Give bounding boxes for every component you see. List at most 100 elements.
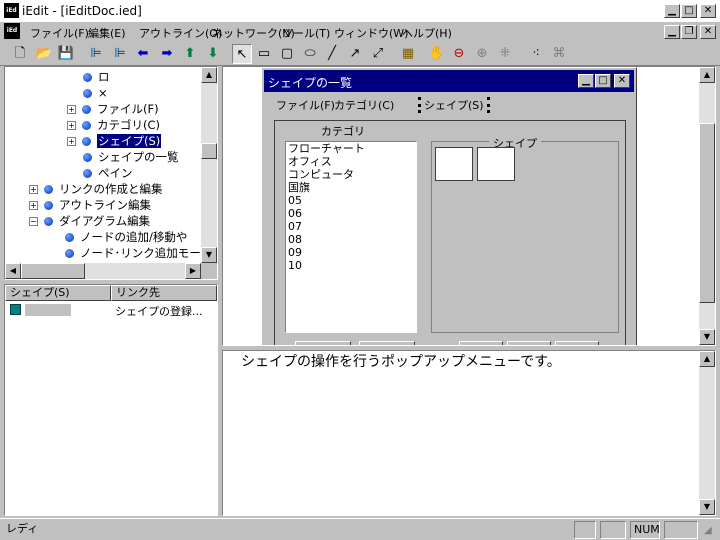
scroll-left-icon[interactable]: ◀ bbox=[5, 263, 21, 279]
zoom-out-icon[interactable]: ⊖ bbox=[449, 44, 469, 64]
node-text[interactable]: シェイプの操作を行うポップアップメニューです。 bbox=[241, 351, 561, 371]
shape-slot[interactable] bbox=[477, 147, 515, 181]
dialog-close-button[interactable]: ✕ bbox=[614, 74, 630, 88]
tree-item[interactable]: ノードの追加/移動や bbox=[65, 229, 187, 245]
scroll-right-icon[interactable]: ▶ bbox=[185, 263, 201, 279]
zoom-in-icon[interactable]: ⊕ bbox=[472, 44, 492, 64]
dialog-maximize-button[interactable]: □ bbox=[595, 74, 611, 88]
arrow-line-icon[interactable]: ↗ bbox=[345, 44, 365, 64]
tree-item[interactable]: + ファイル(F) bbox=[67, 101, 159, 117]
list-item[interactable]: 国旗 bbox=[286, 181, 416, 194]
dialog-button[interactable] bbox=[555, 341, 599, 345]
shape-slot[interactable] bbox=[435, 147, 473, 181]
double-arrow-line-icon[interactable]: ⤢ bbox=[368, 44, 388, 64]
expand-icon[interactable]: + bbox=[67, 105, 76, 114]
list-item[interactable]: 10 bbox=[286, 259, 416, 272]
open-folder-icon[interactable]: 📂 bbox=[34, 44, 54, 64]
tree-hscroll-thumb[interactable] bbox=[21, 263, 85, 279]
menu-edit[interactable]: 編集(E) bbox=[88, 25, 126, 41]
outline-tree-icon[interactable]: ⊫ bbox=[86, 44, 106, 64]
tree-vscroll-thumb[interactable] bbox=[201, 143, 217, 159]
text-pane[interactable]: シェイプの操作を行うポップアップメニューです。 ▲ ▼ bbox=[222, 350, 716, 516]
tree-hscrollbar[interactable]: ◀ ▶ bbox=[5, 263, 201, 279]
menu-outline[interactable]: アウトライン(O) bbox=[139, 25, 222, 41]
text-vscrollbar[interactable]: ▲ ▼ bbox=[699, 351, 715, 515]
list-item[interactable]: 05 bbox=[286, 194, 416, 207]
tree-item[interactable]: シェイプの一覧 bbox=[83, 149, 179, 165]
layout-icon[interactable]: ⁖ bbox=[526, 44, 546, 64]
arrow-down-icon[interactable]: ⬇ bbox=[203, 44, 223, 64]
dialog-minimize-button[interactable]: ▁ bbox=[578, 74, 594, 88]
column-header-link-target[interactable]: リンク先 bbox=[111, 285, 217, 301]
menu-tools[interactable]: ツール(T) bbox=[282, 25, 330, 41]
dialog-button[interactable] bbox=[507, 341, 551, 345]
close-button[interactable]: ✕ bbox=[700, 4, 716, 18]
dialog-button[interactable] bbox=[459, 341, 503, 345]
scroll-up-icon[interactable]: ▲ bbox=[699, 67, 715, 83]
dialog-button[interactable] bbox=[359, 341, 415, 345]
line-icon[interactable]: ╱ bbox=[322, 44, 342, 64]
list-item[interactable]: 09 bbox=[286, 246, 416, 259]
list-item[interactable]: 07 bbox=[286, 220, 416, 233]
tree-item[interactable]: × bbox=[83, 85, 108, 101]
diagram-vscroll-thumb[interactable] bbox=[699, 123, 715, 303]
tree-item[interactable]: + リンクの作成と編集 bbox=[29, 181, 163, 197]
select-pointer-icon[interactable]: ↖ bbox=[232, 44, 252, 64]
column-header-shape[interactable]: シェイプ(S) bbox=[5, 285, 111, 301]
collapse-icon[interactable]: − bbox=[29, 217, 38, 226]
expand-icon[interactable]: + bbox=[67, 121, 76, 130]
minimize-button[interactable]: ▁ bbox=[664, 4, 680, 18]
map-icon[interactable]: ▦ bbox=[398, 44, 418, 64]
menu-window[interactable]: ウィンドウ(W) bbox=[334, 25, 408, 41]
maximize-button[interactable]: □ bbox=[681, 4, 697, 18]
arrow-left-icon[interactable]: ⬅ bbox=[133, 44, 153, 64]
scroll-up-icon[interactable]: ▲ bbox=[201, 67, 217, 83]
mdi-minimize-button[interactable]: ▁ bbox=[664, 25, 680, 39]
outline-tree-alt-icon[interactable]: ⊫ bbox=[110, 44, 130, 64]
mdi-restore-button[interactable]: ❐ bbox=[681, 25, 697, 39]
rounded-rectangle-icon[interactable]: ▢ bbox=[277, 44, 297, 64]
tree-item[interactable]: + カテゴリ(C) bbox=[67, 117, 160, 133]
scroll-down-icon[interactable]: ▼ bbox=[201, 247, 217, 263]
list-item[interactable]: フローチャート bbox=[286, 142, 416, 155]
save-icon[interactable]: 💾 bbox=[56, 44, 76, 64]
dialog-menu-file[interactable]: ファイル(F) bbox=[276, 97, 335, 113]
expand-icon[interactable]: + bbox=[29, 201, 38, 210]
table-row[interactable]: シェイプの登録... bbox=[5, 302, 217, 318]
rectangle-icon[interactable]: ▭ bbox=[254, 44, 274, 64]
new-file-icon[interactable]: 🗋 bbox=[10, 44, 30, 64]
tree-item[interactable]: ロ bbox=[83, 69, 110, 85]
category-listbox[interactable]: フローチャート オフィス コンピュータ 国旗 05 06 07 08 09 10 bbox=[285, 141, 417, 333]
tree-item[interactable]: ノード･リンク追加モー bbox=[65, 245, 201, 261]
tree-vscrollbar[interactable]: ▲ ▼ bbox=[201, 67, 217, 263]
dialog-menu-category[interactable]: カテゴリ(C) bbox=[334, 97, 394, 113]
hand-icon[interactable]: ✋ bbox=[427, 44, 447, 64]
ellipse-icon[interactable]: ⬭ bbox=[300, 44, 320, 64]
tree-item[interactable]: + アウトライン編集 bbox=[29, 197, 151, 213]
arrow-right-icon[interactable]: ➡ bbox=[157, 44, 177, 64]
menu-file[interactable]: ファイル(F) bbox=[30, 25, 89, 41]
scroll-up-icon[interactable]: ▲ bbox=[699, 351, 715, 367]
scroll-down-icon[interactable]: ▼ bbox=[699, 499, 715, 515]
tree-item-selected[interactable]: + シェイプ(S) bbox=[67, 133, 163, 149]
diagram-pane[interactable]: シェイプの一覧 ▁ □ ✕ ファイル(F) カテゴリ(C) シェイプ(S) カテ… bbox=[222, 66, 716, 346]
doc-icon[interactable]: iEd bbox=[4, 23, 20, 39]
resize-grip-icon[interactable]: ◢ bbox=[704, 525, 712, 536]
dialog-button[interactable] bbox=[295, 341, 351, 345]
list-item[interactable]: 06 bbox=[286, 207, 416, 220]
mdi-close-button[interactable]: ✕ bbox=[700, 25, 716, 39]
expand-icon[interactable]: + bbox=[29, 185, 38, 194]
menu-help[interactable]: ヘルプ(H) bbox=[402, 25, 452, 41]
dialog-menu-shape[interactable]: シェイプ(S) bbox=[418, 97, 490, 113]
network-icon[interactable]: ⌘ bbox=[549, 44, 569, 64]
diagram-vscrollbar[interactable]: ▲ ▼ bbox=[699, 67, 715, 345]
list-item[interactable]: オフィス bbox=[286, 155, 416, 168]
grid-icon[interactable]: ⁜ bbox=[495, 44, 515, 64]
arrow-up-icon[interactable]: ⬆ bbox=[180, 44, 200, 64]
list-item[interactable]: 08 bbox=[286, 233, 416, 246]
tree-item[interactable]: ペイン bbox=[83, 165, 133, 181]
list-item[interactable]: コンピュータ bbox=[286, 168, 416, 181]
scroll-down-icon[interactable]: ▼ bbox=[699, 329, 715, 345]
expand-icon[interactable]: + bbox=[67, 137, 76, 146]
tree-item[interactable]: − ダイアグラム編集 bbox=[29, 213, 150, 229]
